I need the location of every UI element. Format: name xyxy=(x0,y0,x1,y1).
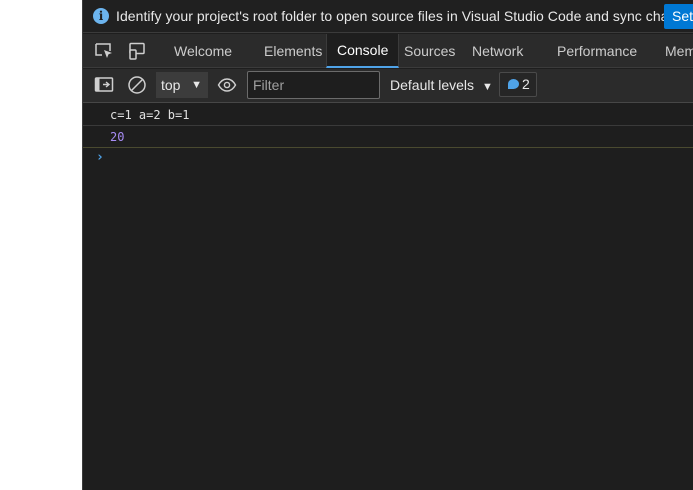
devtools-panel: i Identify your project's root folder to… xyxy=(82,0,693,490)
tab-performance[interactable]: Performance xyxy=(557,34,637,68)
tab-network[interactable]: Network xyxy=(472,34,523,68)
issues-counter-button[interactable]: 2 xyxy=(499,72,537,97)
issues-count: 2 xyxy=(522,76,530,92)
prompt-chevron-icon: › xyxy=(96,150,104,165)
info-icon: i xyxy=(93,8,109,24)
context-value: top xyxy=(161,77,181,93)
info-bar: i Identify your project's root folder to… xyxy=(83,0,693,33)
device-toolbar-icon[interactable] xyxy=(128,42,148,60)
info-message: Identify your project's root folder to o… xyxy=(116,8,693,24)
eye-icon[interactable] xyxy=(217,77,237,93)
console-prompt[interactable]: › xyxy=(83,148,693,168)
console-output: c=1 a=2 b=1 20 › xyxy=(83,104,693,168)
console-message: 20 xyxy=(83,126,693,148)
filter-input[interactable] xyxy=(247,71,380,99)
console-toolbar: top ▼ Default levels ▼ 2 xyxy=(83,69,693,103)
tab-elements[interactable]: Elements xyxy=(264,34,322,68)
dropdown-arrow-icon: ▼ xyxy=(191,79,202,91)
tab-memory[interactable]: Mem xyxy=(665,34,693,68)
issues-bubble-icon xyxy=(508,79,519,89)
tab-sources[interactable]: Sources xyxy=(404,34,455,68)
tab-welcome[interactable]: Welcome xyxy=(174,34,232,68)
context-select[interactable]: top ▼ xyxy=(156,72,208,98)
set-root-folder-button[interactable]: Set r xyxy=(664,4,693,29)
sidebar-toggle-icon[interactable] xyxy=(94,76,114,94)
log-levels-dropdown[interactable]: Default levels ▼ xyxy=(390,69,493,101)
console-message: c=1 a=2 b=1 xyxy=(83,104,693,126)
tab-console[interactable]: Console xyxy=(326,34,400,68)
dropdown-arrow-icon: ▼ xyxy=(482,81,493,93)
clear-console-icon[interactable] xyxy=(127,75,147,95)
inspect-element-icon[interactable] xyxy=(94,42,114,60)
tab-bar: Welcome Elements Console Sources Network… xyxy=(83,34,693,68)
log-levels-label: Default levels xyxy=(390,77,475,93)
